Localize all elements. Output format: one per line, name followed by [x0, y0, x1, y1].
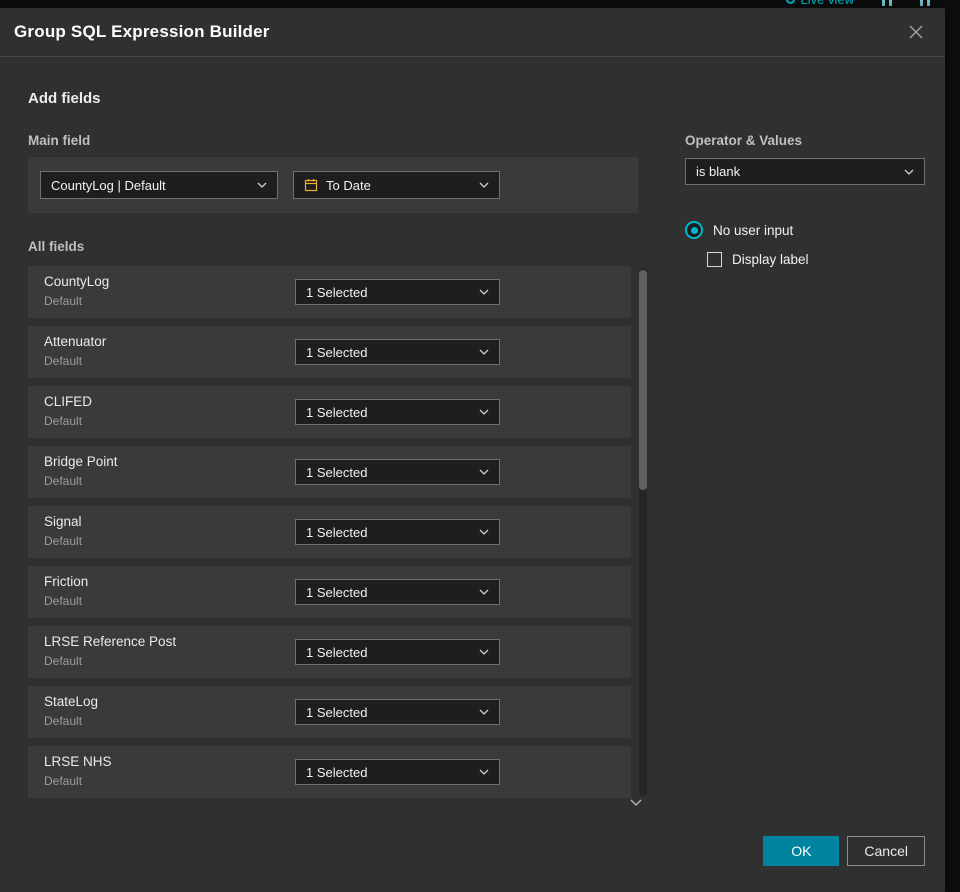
field-row-clifed: CLIFED Default 1 Selected	[28, 386, 631, 438]
add-fields-heading: Add fields	[28, 90, 101, 107]
field-row-signal: Signal Default 1 Selected	[28, 506, 631, 558]
no-user-input-label: No user input	[713, 222, 794, 238]
field-selection-dropdown[interactable]: 1 Selected	[295, 759, 500, 785]
field-selection-value: 1 Selected	[306, 404, 368, 420]
field-selection-value: 1 Selected	[306, 704, 368, 720]
field-selection-dropdown[interactable]: 1 Selected	[295, 699, 500, 725]
chevron-down-icon	[479, 649, 489, 655]
field-row-friction: Friction Default 1 Selected	[28, 566, 631, 618]
chevron-down-icon	[479, 469, 489, 475]
main-field-dropdown[interactable]: CountyLog | Default	[40, 171, 278, 199]
chevron-down-icon	[479, 182, 489, 188]
chevron-down-icon	[479, 349, 489, 355]
field-selection-value: 1 Selected	[306, 644, 368, 660]
toolbar-bars-icon-2	[920, 0, 930, 6]
chevron-down-icon	[479, 589, 489, 595]
app-backdrop: Live view	[0, 0, 960, 8]
fields-list-scrollbar[interactable]	[639, 268, 647, 796]
cancel-button[interactable]: Cancel	[847, 836, 925, 866]
field-selection-dropdown[interactable]: 1 Selected	[295, 339, 500, 365]
all-fields-label: All fields	[28, 239, 85, 254]
dialog-content: Add fields Main field CountyLog | Defaul…	[0, 57, 945, 892]
chevron-down-icon	[479, 409, 489, 415]
field-row-countylog: CountyLog Default 1 Selected	[28, 266, 631, 318]
close-icon	[909, 25, 923, 39]
fields-column: Main field CountyLog | Default To Date A…	[28, 133, 661, 806]
checkbox-unchecked-icon[interactable]	[707, 252, 722, 267]
field-selection-dropdown[interactable]: 1 Selected	[295, 279, 500, 305]
calendar-icon	[304, 178, 318, 192]
field-row-attenuator: Attenuator Default 1 Selected	[28, 326, 631, 378]
field-selection-dropdown[interactable]: 1 Selected	[295, 639, 500, 665]
dialog-title: Group SQL Expression Builder	[14, 22, 270, 41]
chevron-down-icon	[479, 709, 489, 715]
chevron-down-icon	[479, 529, 489, 535]
main-field-label: Main field	[28, 133, 91, 148]
radio-selected-icon	[685, 221, 703, 239]
field-selection-value: 1 Selected	[306, 764, 368, 780]
live-view-icon	[785, 0, 795, 4]
dialog-footer: OK Cancel	[763, 836, 925, 866]
field-row-lrse-reference-post: LRSE Reference Post Default 1 Selected	[28, 626, 631, 678]
operator-values-label: Operator & Values	[685, 133, 803, 148]
field-selection-value: 1 Selected	[306, 584, 368, 600]
date-type-dropdown[interactable]: To Date	[293, 171, 500, 199]
close-button[interactable]	[901, 17, 931, 47]
field-row-statelog: StateLog Default 1 Selected	[28, 686, 631, 738]
operator-values-column: Operator & Values is blank No user input…	[661, 133, 925, 806]
display-label-checkbox-row[interactable]: Display label	[707, 252, 925, 267]
field-row-lrse-nhs: LRSE NHS Default 1 Selected	[28, 746, 631, 798]
field-selection-value: 1 Selected	[306, 464, 368, 480]
chevron-down-icon	[479, 289, 489, 295]
toolbar-bars-icon	[882, 0, 892, 6]
field-selection-value: 1 Selected	[306, 284, 368, 300]
main-field-dropdown-value: CountyLog | Default	[51, 177, 166, 193]
all-fields-list: CountyLog Default 1 Selected Attenuator …	[28, 266, 661, 806]
field-selection-dropdown[interactable]: 1 Selected	[295, 399, 500, 425]
field-selection-dropdown[interactable]: 1 Selected	[295, 519, 500, 545]
scrollbar-thumb[interactable]	[639, 270, 647, 490]
main-field-panel: CountyLog | Default To Date	[28, 157, 638, 213]
operator-dropdown[interactable]: is blank	[685, 158, 925, 185]
live-view-label: Live view	[801, 0, 854, 7]
ok-button[interactable]: OK	[763, 836, 840, 866]
operator-dropdown-value: is blank	[696, 164, 741, 179]
field-selection-value: 1 Selected	[306, 524, 368, 540]
chevron-down-icon	[904, 169, 914, 175]
dialog-header: Group SQL Expression Builder	[0, 8, 945, 57]
no-user-input-radio[interactable]: No user input	[685, 221, 925, 239]
date-type-dropdown-value: To Date	[326, 177, 371, 193]
field-selection-dropdown[interactable]: 1 Selected	[295, 579, 500, 605]
field-row-bridge-point: Bridge Point Default 1 Selected	[28, 446, 631, 498]
field-selection-value: 1 Selected	[306, 344, 368, 360]
scroll-down-button[interactable]	[626, 796, 646, 808]
chevron-down-icon	[630, 799, 642, 806]
field-selection-dropdown[interactable]: 1 Selected	[295, 459, 500, 485]
app-toolbar-clipped: Live view	[785, 0, 930, 8]
group-sql-expression-builder-dialog: Group SQL Expression Builder Add fields …	[0, 8, 945, 892]
chevron-down-icon	[257, 182, 267, 188]
display-label-label: Display label	[732, 252, 809, 267]
chevron-down-icon	[479, 769, 489, 775]
